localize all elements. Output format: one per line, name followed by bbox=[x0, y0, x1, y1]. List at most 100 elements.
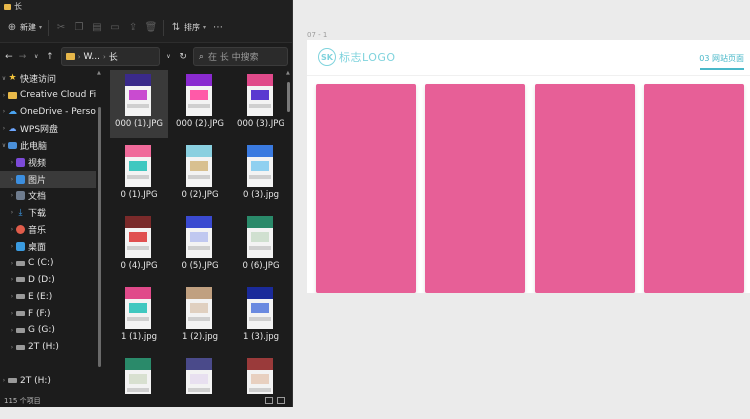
chevron-right-icon[interactable]: › bbox=[0, 108, 8, 115]
file-item[interactable] bbox=[110, 354, 168, 394]
pink-card[interactable] bbox=[644, 84, 744, 293]
sidebar-item[interactable]: › 2T (H:) bbox=[0, 339, 96, 356]
sidebar-item[interactable]: › ⤓ 下载 bbox=[0, 204, 96, 221]
image-thumbnail bbox=[186, 74, 212, 116]
scrollbar-thumb[interactable] bbox=[98, 107, 101, 367]
back-button[interactable]: ← bbox=[4, 52, 14, 62]
image-thumbnail bbox=[125, 216, 151, 258]
thumbnail-band bbox=[129, 374, 147, 384]
chevron-right-icon[interactable]: › bbox=[8, 327, 16, 334]
forward-button[interactable]: → bbox=[18, 52, 28, 62]
file-item[interactable]: 1 (2).jpg bbox=[171, 283, 229, 351]
drive-icon bbox=[16, 311, 25, 317]
sidebar-item[interactable]: › ☁ OneDrive - Perso bbox=[0, 104, 96, 121]
file-item[interactable]: 000 (3).JPG bbox=[232, 70, 284, 138]
chevron-right-icon[interactable]: › bbox=[8, 243, 16, 250]
navigation-scrollbar[interactable]: ▲ bbox=[96, 70, 104, 394]
up-button[interactable]: ↑ bbox=[45, 52, 55, 62]
delete-button[interactable]: 🗑 bbox=[145, 22, 158, 34]
file-grid-scrollbar[interactable]: ▲ bbox=[284, 70, 292, 394]
image-thumbnail bbox=[125, 74, 151, 116]
file-name: 000 (1).JPG bbox=[115, 119, 163, 129]
artboard[interactable]: SK 标志LOGO 03 网站页面 bbox=[307, 40, 750, 293]
pink-card[interactable] bbox=[535, 84, 635, 293]
chevron-right-icon[interactable]: › bbox=[8, 226, 16, 233]
more-icon: ⋯ bbox=[213, 22, 224, 33]
drive-icon bbox=[16, 344, 25, 350]
thumbnail-band bbox=[129, 90, 147, 100]
copy-button[interactable]: ❐ bbox=[73, 22, 85, 34]
title-bar[interactable]: 长 bbox=[0, 0, 292, 13]
more-button[interactable]: ⋯ bbox=[212, 22, 224, 34]
file-item[interactable]: 1 (3).jpg bbox=[232, 283, 284, 351]
pictures-folder-icon bbox=[16, 174, 25, 184]
chevron-right-icon[interactable]: › bbox=[8, 176, 16, 183]
file-item[interactable]: 0 (1).JPG bbox=[110, 141, 168, 209]
image-thumbnail bbox=[125, 145, 151, 187]
file-item[interactable]: 1 (1).jpg bbox=[110, 283, 168, 351]
chevron-right-icon[interactable]: › bbox=[8, 260, 16, 267]
file-item[interactable]: 0 (6).JPG bbox=[232, 212, 284, 280]
large-icons-view-button[interactable] bbox=[277, 397, 285, 404]
chevron-right-icon[interactable]: › bbox=[8, 192, 16, 199]
breadcrumb-current[interactable]: 长 bbox=[109, 50, 118, 63]
file-item[interactable]: 0 (4).JPG bbox=[110, 212, 168, 280]
file-item[interactable]: 000 (2).JPG bbox=[171, 70, 229, 138]
chevron-right-icon[interactable]: › bbox=[8, 344, 16, 351]
chevron-right-icon[interactable]: › bbox=[0, 377, 8, 384]
address-bar[interactable]: › W... › 长 bbox=[60, 47, 160, 66]
scrollbar-thumb[interactable] bbox=[287, 82, 290, 112]
file-item[interactable]: 000 (1).JPG bbox=[110, 70, 168, 138]
details-view-button[interactable] bbox=[265, 397, 273, 404]
sidebar-item[interactable]: › 桌面 bbox=[0, 238, 96, 255]
refresh-button[interactable]: ↻ bbox=[177, 52, 189, 62]
search-input[interactable]: ⌕ 在 长 中搜索 bbox=[192, 47, 289, 66]
breadcrumb-root[interactable]: W... bbox=[84, 52, 100, 62]
sidebar-item[interactable]: ∨ ★ 快速访问 bbox=[0, 70, 96, 87]
sidebar-item[interactable]: › C (C:) bbox=[0, 255, 96, 272]
chevron-down-icon[interactable]: ∨ bbox=[0, 142, 8, 149]
sidebar-item[interactable]: › D (D:) bbox=[0, 272, 96, 289]
file-item[interactable] bbox=[232, 354, 284, 394]
sidebar-item[interactable]: › F (F:) bbox=[0, 305, 96, 322]
sidebar-item[interactable]: › 2T (H:) bbox=[0, 372, 96, 389]
chevron-right-icon[interactable]: › bbox=[8, 276, 16, 283]
artboard-label[interactable]: 07 - 1 bbox=[307, 31, 327, 39]
new-button[interactable]: ⊕ 新建 ▾ bbox=[6, 22, 42, 34]
sort-button[interactable]: ⇅ 排序 ▾ bbox=[170, 22, 206, 34]
rename-button[interactable]: ▭ bbox=[109, 22, 121, 34]
sidebar-item-label: D (D:) bbox=[28, 274, 55, 285]
chevron-right-icon[interactable]: › bbox=[8, 209, 16, 216]
recent-button[interactable]: ∨ bbox=[31, 53, 41, 60]
chevron-right-icon[interactable]: › bbox=[8, 310, 16, 317]
sidebar-item[interactable]: › 视频 bbox=[0, 154, 96, 171]
nav-link-website-pages[interactable]: 03 网站页面 bbox=[699, 53, 744, 64]
chevron-right-icon[interactable]: › bbox=[0, 92, 8, 99]
sidebar-item[interactable]: › ☁ WPS网盘 bbox=[0, 120, 96, 137]
sidebar-item[interactable]: › G (G:) bbox=[0, 322, 96, 339]
chevron-right-icon[interactable]: › bbox=[8, 293, 16, 300]
address-dropdown-button[interactable]: ∨ bbox=[164, 53, 174, 60]
sidebar-item[interactable]: ∨ 此电脑 bbox=[0, 137, 96, 154]
sidebar-item[interactable]: › 音乐 bbox=[0, 221, 96, 238]
file-item[interactable]: 0 (3).jpg bbox=[232, 141, 284, 209]
share-button[interactable]: ⇪ bbox=[127, 22, 139, 34]
folder-icon bbox=[65, 53, 75, 60]
thumbnail-band bbox=[249, 104, 271, 108]
sidebar-item-label: 音乐 bbox=[28, 226, 47, 237]
cut-button[interactable]: ✂ bbox=[55, 22, 67, 34]
pink-card[interactable] bbox=[425, 84, 525, 293]
paste-button[interactable]: ▤ bbox=[91, 22, 103, 34]
sidebar-item[interactable]: › 图片 bbox=[0, 170, 96, 188]
file-item[interactable] bbox=[171, 354, 229, 394]
chevron-right-icon[interactable]: › bbox=[0, 125, 8, 132]
file-item[interactable]: 0 (2).JPG bbox=[171, 141, 229, 209]
pink-card[interactable] bbox=[316, 84, 416, 293]
chevron-right-icon[interactable]: › bbox=[8, 159, 16, 166]
file-item[interactable]: 0 (5).JPG bbox=[171, 212, 229, 280]
chevron-down-icon[interactable]: ∨ bbox=[0, 75, 8, 82]
sidebar-item[interactable]: › 文档 bbox=[0, 188, 96, 205]
sidebar-item[interactable]: › E (E:) bbox=[0, 288, 96, 305]
sidebar-item[interactable]: › Creative Cloud Fi bbox=[0, 87, 96, 104]
file-name: 0 (4).JPG bbox=[120, 261, 158, 271]
